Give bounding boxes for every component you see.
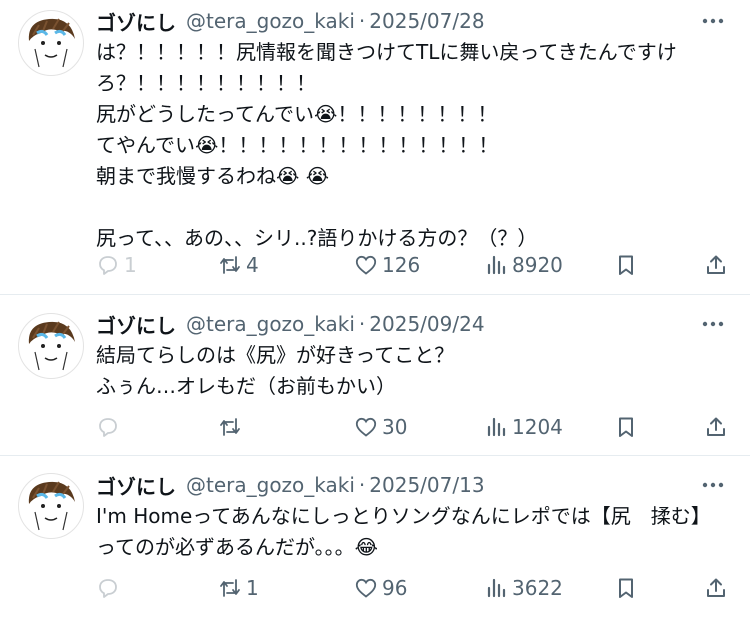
retweet-button[interactable] [218, 413, 246, 441]
views-button[interactable]: 8920 [484, 251, 563, 279]
action-bar: 1 96 3622 [96, 574, 728, 602]
retweet-button[interactable]: 1 [218, 574, 259, 602]
retweet-button[interactable]: 4 [218, 251, 259, 279]
view-count: 8920 [512, 253, 563, 277]
tweet-date[interactable]: 2025/07/13 [369, 473, 484, 497]
reply-icon [99, 418, 117, 437]
like-count: 30 [382, 415, 408, 439]
author-handle[interactable]: @tera_gozo_kaki [186, 473, 355, 497]
view-count: 1204 [512, 415, 563, 439]
author-name[interactable]: ゴゾにし [96, 471, 176, 500]
bookmark-button[interactable] [614, 413, 638, 441]
tweet-date[interactable]: 2025/09/24 [369, 312, 484, 336]
tweet-date[interactable]: 2025/07/28 [369, 9, 484, 33]
reply-button[interactable] [96, 574, 124, 602]
bookmark-button[interactable] [614, 574, 638, 602]
like-button[interactable]: 96 [354, 574, 407, 602]
retweet-icon [220, 418, 240, 436]
author-handle[interactable]: @tera_gozo_kaki [186, 9, 355, 33]
share-icon [707, 417, 725, 436]
share-icon [707, 578, 725, 597]
reply-count: 1 [124, 253, 137, 277]
bookmark-button[interactable] [614, 251, 638, 279]
views-bar-icon [487, 255, 506, 275]
bookmark-icon [619, 417, 633, 437]
views-button[interactable]: 3622 [484, 574, 563, 602]
more-dots-icon [702, 482, 724, 488]
tweet-text: 結局てらしのは《尻》が好きってこと？ ふぅん…オレもだ（お前もかい） [96, 343, 455, 398]
share-button[interactable] [704, 413, 728, 441]
tweet-text: は？！！！！！尻情報を聞きつけてTLに舞い戻ってきたんですけろ？！！！！！！！！… [96, 40, 677, 250]
like-button[interactable]: 126 [354, 251, 420, 279]
heart-icon [355, 255, 377, 275]
like-count: 126 [382, 253, 421, 277]
like-button[interactable]: 30 [354, 413, 407, 441]
author-handle[interactable]: @tera_gozo_kaki [186, 312, 355, 336]
avatar[interactable] [18, 313, 84, 379]
share-icon [707, 255, 725, 274]
tweet[interactable]: ゴゾにし @tera_gozo_kaki · 2025/09/24 結局てらしの… [0, 295, 750, 456]
reply-button[interactable] [96, 413, 124, 441]
like-count: 96 [382, 576, 408, 600]
author-name[interactable]: ゴゾにし [96, 7, 176, 36]
share-button[interactable] [704, 251, 728, 279]
views-button[interactable]: 1204 [484, 413, 563, 441]
action-bar: 30 1204 [96, 413, 728, 441]
separator-dot: · [358, 473, 366, 497]
separator-dot: · [358, 9, 366, 33]
tweet-header: ゴゾにし @tera_gozo_kaki · 2025/09/24 [96, 310, 485, 339]
heart-icon [355, 578, 377, 598]
action-bar: 1 4 126 8920 [96, 251, 728, 279]
retweet-icon [220, 256, 240, 274]
avatar-face-icon [28, 321, 75, 371]
tweet[interactable]: ゴゾにし @tera_gozo_kaki · 2025/07/13 I'm Ho… [0, 456, 750, 621]
reply-icon [99, 256, 117, 275]
avatar-face-icon [28, 481, 75, 531]
tweet-header: ゴゾにし @tera_gozo_kaki · 2025/07/13 [96, 471, 485, 500]
reply-button[interactable]: 1 [96, 251, 137, 279]
tweet-text: I'm Homeってあんなにしっとりソングなんにレポでは【尻 揉む】ってのが必ず… [96, 504, 711, 559]
author-name[interactable]: ゴゾにし [96, 310, 176, 339]
bookmark-icon [619, 255, 633, 275]
more-dots-icon [702, 321, 724, 327]
avatar-face-icon [28, 18, 75, 68]
retweet-count: 1 [246, 576, 259, 600]
more-dots-icon [702, 18, 724, 24]
retweet-count: 4 [246, 253, 259, 277]
view-count: 3622 [512, 576, 563, 600]
more-button[interactable] [700, 8, 726, 34]
more-button[interactable] [700, 311, 726, 337]
views-bar-icon [487, 417, 506, 437]
bookmark-icon [619, 578, 633, 598]
separator-dot: · [358, 312, 366, 336]
views-bar-icon [487, 578, 506, 598]
tweet-header: ゴゾにし @tera_gozo_kaki · 2025/07/28 [96, 7, 485, 36]
more-button[interactable] [700, 472, 726, 498]
avatar[interactable] [18, 10, 84, 76]
tweet[interactable]: ゴゾにし @tera_gozo_kaki · 2025/07/28 は？！！！！… [0, 0, 750, 295]
avatar[interactable] [18, 473, 84, 539]
retweet-icon [220, 579, 240, 597]
reply-icon [99, 579, 117, 598]
share-button[interactable] [704, 574, 728, 602]
heart-icon [355, 417, 377, 437]
